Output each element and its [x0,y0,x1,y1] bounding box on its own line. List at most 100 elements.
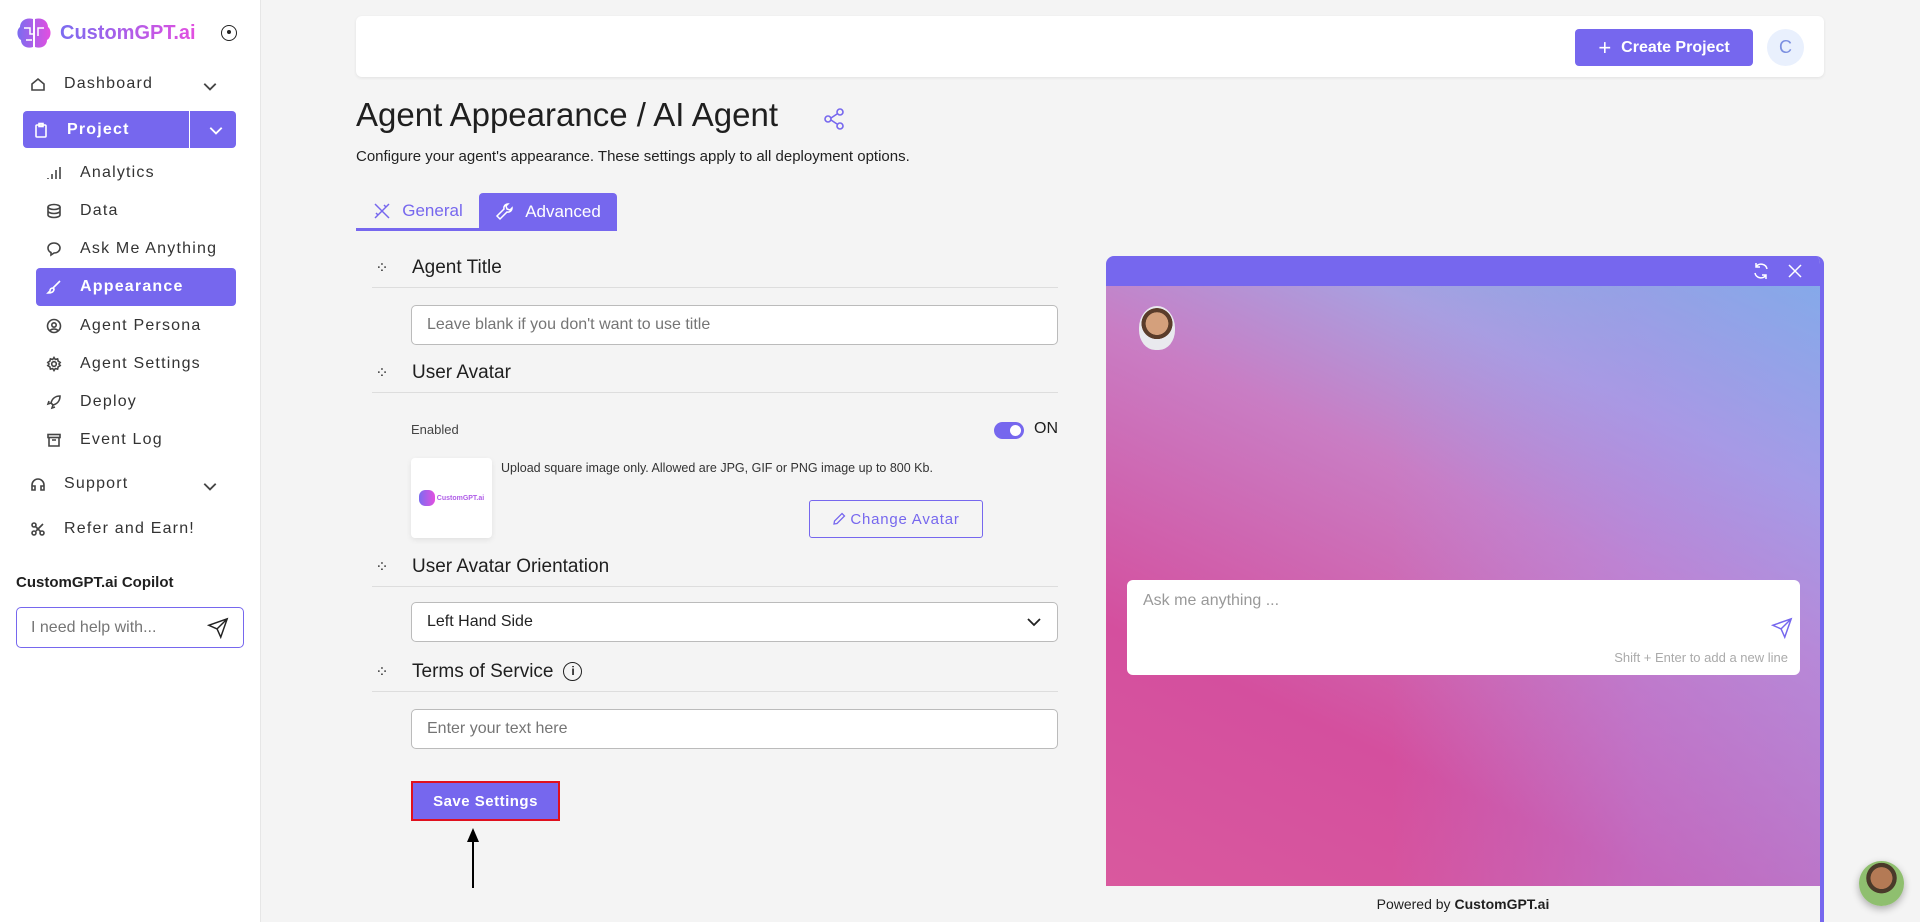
powered-by: Powered by CustomGPT.ai [1106,886,1820,922]
collapse-sidebar-icon[interactable] [221,25,237,41]
chat-preview: Ask me anything ... Shift + Enter to add… [1106,256,1824,922]
sidebar-item-label: Support [64,475,129,492]
sidebar-item-label: Project [67,120,130,138]
page-title: Agent Appearance / AI Agent [356,96,779,133]
change-avatar-label: Change Avatar [850,510,960,528]
sidebar-item-project[interactable]: Project [23,111,236,148]
sidebar-item-dashboard[interactable]: Dashboard [30,69,230,99]
terms-input[interactable] [411,709,1058,749]
bot-avatar [1139,306,1175,350]
send-icon[interactable] [207,617,229,639]
page-subtitle: Configure your agent's appearance. These… [356,148,910,165]
copilot-label: CustomGPT.ai Copilot [16,574,174,591]
send-icon[interactable] [1771,617,1793,639]
user-circle-icon [46,318,62,334]
sidebar-item-label: Refer and Earn! [64,520,195,537]
gear-icon [46,356,62,372]
sidebar: CustomGPT.ai Dashboard Project Analytics… [0,0,261,922]
avatar-toggle[interactable] [994,422,1024,439]
chat-icon [47,242,61,257]
sidebar-item-refer-and-earn[interactable]: Refer and Earn! [30,514,230,544]
copilot-input[interactable] [31,618,191,637]
orientation-value: Left Hand Side [427,613,533,630]
plus-icon: + [1598,34,1612,60]
sidebar-item-label: Appearance [80,278,184,295]
arrow-up-annotation-icon [467,828,479,888]
sidebar-item-analytics[interactable]: Analytics [44,158,236,188]
save-settings-button[interactable]: Save Settings [411,781,560,821]
create-project-label: Create Project [1621,38,1730,56]
brand-name: CustomGPT.ai [60,21,196,44]
section-user-avatar: ⁘ User Avatar [372,353,1058,393]
chevron-down-icon[interactable] [208,122,224,138]
bar-chart-icon [47,167,61,179]
divider [189,111,190,148]
database-icon [47,203,61,219]
toggle-state: ON [1034,420,1058,437]
powered-by-brand[interactable]: CustomGPT.ai [1454,896,1549,912]
pencil-icon [833,512,846,525]
sidebar-item-agent-persona[interactable]: Agent Persona [44,311,236,341]
enabled-label: Enabled [411,422,459,437]
section-terms-of-service: ⁘ Terms of Service i [372,652,1058,692]
refresh-icon[interactable] [1752,262,1770,280]
sidebar-item-data[interactable]: Data [44,196,236,226]
sidebar-item-support[interactable]: Support [30,469,230,499]
sidebar-item-label: Deploy [80,393,138,410]
section-avatar-orientation: ⁘ User Avatar Orientation [372,547,1058,587]
brain-logo-icon [418,490,435,506]
rocket-icon [46,395,61,410]
tab-general[interactable]: General [356,193,479,231]
tab-label: Advanced [525,202,601,221]
close-icon[interactable] [1788,264,1802,278]
chat-input-box[interactable]: Ask me anything ... Shift + Enter to add… [1127,580,1800,675]
user-avatar[interactable]: C [1767,29,1804,66]
sidebar-item-agent-settings[interactable]: Agent Settings [44,349,236,379]
create-project-button[interactable]: + Create Project [1575,29,1753,66]
section-title: User Avatar [412,361,511,383]
logo[interactable]: CustomGPT.ai [16,16,196,50]
tab-advanced[interactable]: Advanced [479,193,617,231]
chevron-down-icon [1027,618,1041,627]
chat-launcher-avatar[interactable] [1859,861,1904,906]
section-title: User Avatar Orientation [412,555,610,577]
archive-icon [47,433,61,447]
sidebar-item-appearance[interactable]: Appearance [36,268,236,306]
chat-body: Ask me anything ... Shift + Enter to add… [1106,286,1820,886]
section-agent-title: ⁘ Agent Title [372,248,1058,288]
tab-label: General [402,200,463,220]
chat-input-hint: Shift + Enter to add a new line [1614,650,1788,665]
share-nodes-icon [31,522,45,536]
section-title: Terms of Service [412,660,554,682]
headphones-icon [31,478,45,491]
sidebar-item-label: Agent Settings [80,355,201,372]
avatar-preview-image: CustomGPT.ai [411,458,492,538]
agent-title-input[interactable] [411,305,1058,345]
sidebar-item-deploy[interactable]: Deploy [44,387,236,417]
avatar-logo-text: CustomGPT.ai [436,494,485,502]
info-icon[interactable]: i [563,662,583,681]
diamonds-icon: ⁘ [375,663,389,681]
sidebar-item-label: Ask Me Anything [80,240,218,257]
diamonds-icon: ⁘ [375,558,389,576]
avatar-upload-hint: Upload square image only. Allowed are JP… [501,461,933,475]
home-icon [31,77,45,91]
wrench-icon [496,203,513,221]
sidebar-item-label: Agent Persona [80,317,202,334]
share-icon[interactable] [823,108,845,130]
sidebar-item-event-log[interactable]: Event Log [44,425,236,455]
chevron-down-icon[interactable] [202,78,218,94]
top-header: + Create Project C [356,16,1824,77]
sidebar-item-label: Analytics [80,164,155,181]
diamonds-icon: ⁘ [375,364,389,382]
sidebar-item-label: Event Log [80,431,163,448]
pencil-ruler-icon [374,202,390,219]
change-avatar-button[interactable]: Change Avatar [809,500,983,538]
section-title: Agent Title [412,256,502,278]
brush-icon [46,280,61,294]
clipboard-icon [35,122,47,138]
orientation-select[interactable]: Left Hand Side [411,602,1058,642]
diamonds-icon: ⁘ [375,259,389,277]
chevron-down-icon[interactable] [202,478,218,494]
sidebar-item-ask-me-anything[interactable]: Ask Me Anything [44,234,236,264]
